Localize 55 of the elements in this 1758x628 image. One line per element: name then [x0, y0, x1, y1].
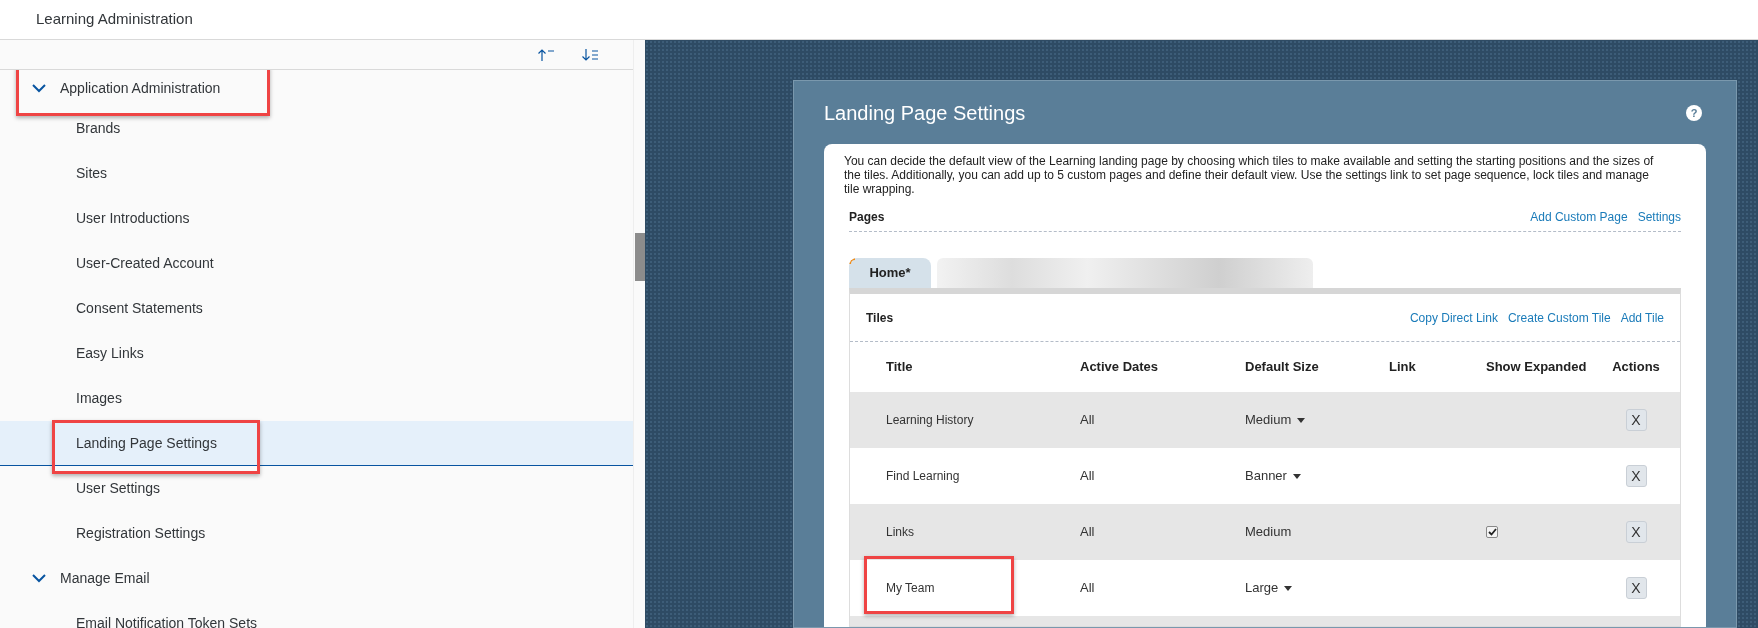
table-cell-text: My Team: [886, 580, 935, 597]
table-cell-text: Learning History: [886, 412, 974, 429]
size-dropdown[interactable]: Medium: [1245, 410, 1306, 430]
column-header: Default Size: [1245, 358, 1319, 377]
dialog-title: Landing Page Settings: [824, 101, 1026, 126]
column-header: Active Dates: [1080, 358, 1159, 377]
column-header: Show Expanded: [1486, 358, 1587, 377]
column-header: Actions: [1612, 358, 1660, 377]
table-cell-text: All: [1080, 411, 1095, 430]
table-cell-text: All: [1080, 579, 1095, 598]
remove-tile-button[interactable]: X: [1625, 521, 1647, 543]
tiles-link[interactable]: Create Custom Tile: [1507, 308, 1611, 327]
tree-item[interactable]: Consent Statements: [0, 286, 633, 331]
column-header: Title: [886, 358, 913, 377]
pages-heading: Pages: [849, 209, 885, 226]
tiles-link[interactable]: Copy Direct Link: [1409, 308, 1498, 327]
size-dropdown[interactable]: Banner: [1245, 466, 1301, 486]
tree-item[interactable]: Sites: [0, 151, 633, 196]
column-header: Link: [1389, 358, 1416, 377]
pages-link[interactable]: Settings: [1637, 208, 1681, 226]
tree-item[interactable]: Brands: [0, 106, 633, 151]
remove-tile-button[interactable]: X: [1625, 577, 1647, 599]
tree-item[interactable]: Application Administration: [0, 70, 633, 106]
sort-descending-icon[interactable]: [581, 47, 599, 62]
tiles-heading: Tiles: [866, 309, 894, 327]
tree-item[interactable]: Easy Links: [0, 331, 633, 376]
remove-tile-button[interactable]: X: [1625, 465, 1647, 487]
caret-icon: [1292, 473, 1301, 479]
tree-item[interactable]: Landing Page Settings: [0, 421, 633, 466]
app-title: Learning Administration: [36, 9, 193, 30]
size-dropdown[interactable]: Large: [1245, 578, 1293, 598]
tiles-link[interactable]: Add Tile: [1620, 308, 1664, 327]
help-button[interactable]: ?: [1686, 105, 1702, 121]
tree-item[interactable]: Email Notification Token Sets: [0, 601, 633, 628]
show-expanded-checkbox[interactable]: [1486, 526, 1498, 538]
table-cell-text: All: [1080, 523, 1095, 542]
pages-link[interactable]: Add Custom Page: [1530, 208, 1628, 226]
sort-ascending-icon[interactable]: [537, 47, 555, 62]
scrollbar-thumb[interactable]: [635, 233, 645, 281]
tree-item[interactable]: User Introductions: [0, 196, 633, 241]
table-cell-text: Links: [886, 524, 914, 541]
tree-item[interactable]: Manage Email: [0, 556, 633, 601]
caret-icon: [1284, 585, 1293, 591]
tree-item[interactable]: User Settings: [0, 466, 633, 511]
table-row[interactable]: Find Learning All Banner X: [850, 448, 1680, 504]
tree-item[interactable]: User-Created Account: [0, 241, 633, 286]
tree-item[interactable]: Images: [0, 376, 633, 421]
table-cell-text: Find Learning: [886, 468, 960, 485]
tree-item[interactable]: Registration Settings: [0, 511, 633, 556]
caret-icon: [1297, 417, 1306, 423]
page-tab[interactable]: Home*: [849, 258, 931, 288]
description-text: You can decide the default view of the Learning landing page by choosing which tiles to make available and setting the starting positions and the sizes of the tiles. Additionally, you can add up to 5 custom pages and define their default view. Use the settings link to set page sequence, lock tiles and manage tile wrapping.: [844, 154, 1655, 196]
remove-tile-button[interactable]: X: [1625, 409, 1647, 431]
table-cell-text: All: [1080, 467, 1095, 486]
table-cell-text: Medium: [1245, 523, 1292, 542]
